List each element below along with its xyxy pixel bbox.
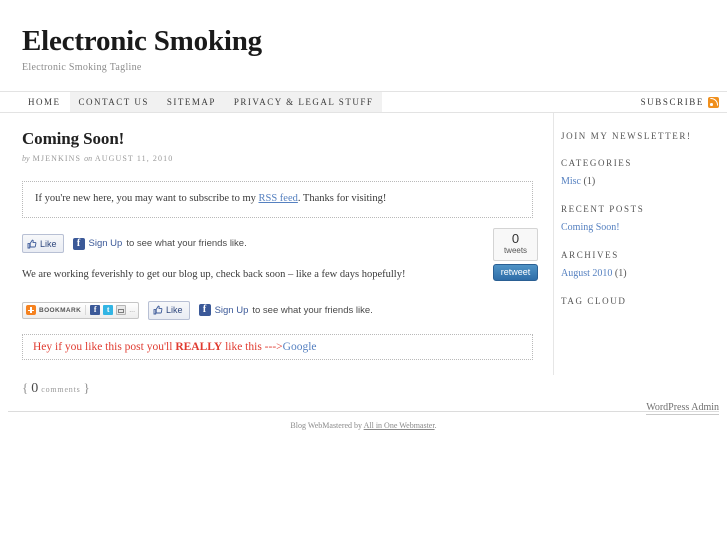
widget-title-recent-posts: Recent Posts [561, 204, 645, 215]
byline-on: on [84, 154, 93, 164]
addthis-bookmark-button[interactable]: BOOKMARK f t ... [22, 301, 140, 319]
tweet-share-widget: 0 tweets retweet [493, 228, 538, 281]
nav-item-contact-us[interactable]: Contact Us [69, 92, 158, 113]
share-twitter-icon[interactable]: t [103, 305, 114, 316]
subscribe-label: Subscribe [640, 97, 704, 108]
site-header: Electronic Smoking Electronic Smoking Ta… [0, 0, 727, 74]
plus-icon [26, 305, 36, 316]
widget-categories: Categories Misc (1) [561, 158, 717, 187]
recent-posts-list: Coming Soon! [561, 222, 717, 233]
category-link-misc[interactable]: Misc [561, 176, 581, 187]
wordpress-admin-link[interactable]: WordPress Admin [646, 402, 719, 415]
byline-date: AUGUST 11, 2010 [94, 154, 174, 164]
notice-prefix-text: If you're new here, you may want to subs… [35, 193, 259, 205]
tweet-count-box: 0 tweets [493, 228, 538, 261]
widget-title-newsletter: Join my newsletter! [561, 131, 692, 142]
facebook-signup-link-bottom[interactable]: Sign Up [215, 305, 249, 316]
list-item: August 2010 (1) [561, 268, 717, 279]
facebook-icon-bottom: f [198, 304, 211, 317]
facebook-signup-prompt-bottom: f Sign Up to see what your friends like. [198, 304, 373, 317]
post-byline: by MJENKINS on AUGUST 11, 2010 [22, 154, 533, 163]
wordpress-admin-row: WordPress Admin [0, 385, 727, 415]
rss-subscribe-notice: If you're new here, you may want to subs… [22, 181, 533, 219]
rss-feed-icon[interactable] [708, 96, 719, 108]
page-body: Coming Soon! by MJENKINS on AUGUST 11, 2… [0, 113, 727, 396]
rss-feed-link[interactable]: RSS feed [259, 193, 298, 204]
social-share-row-bottom: BOOKMARK f t ... Like f Sign Up to see w… [22, 300, 533, 320]
share-facebook-icon[interactable]: f [90, 305, 101, 316]
archive-link-august-2010[interactable]: August 2010 [561, 268, 612, 279]
widget-archives: Archives August 2010 (1) [561, 250, 717, 279]
promo-link-box: Hey if you like this post you'll REALLY … [22, 333, 533, 360]
bookmark-label: BOOKMARK [39, 306, 82, 314]
nav-list: Home Contact Us Sitemap Privacy & Legal … [19, 92, 383, 113]
footer-credit-prefix: Blog WebMastered by [290, 421, 364, 430]
footer-credit-suffix: . [434, 421, 437, 430]
facebook-signup-prompt-top: f Sign Up to see what your friends like. [72, 237, 247, 250]
like-label-top: Like [40, 238, 57, 249]
social-share-row-top: Like f Sign Up to see what your friends … [22, 234, 533, 254]
widget-title-categories: Categories [561, 158, 633, 169]
widget-title-archives: Archives [561, 250, 619, 261]
footer-credit: Blog WebMastered by All in One Webmaster… [0, 421, 727, 430]
addthis-separator [85, 305, 87, 316]
archives-list: August 2010 (1) [561, 268, 717, 279]
post-content-paragraph: We are working feverishly to get our blo… [22, 269, 406, 281]
post-title[interactable]: Coming Soon! [22, 129, 533, 149]
facebook-signup-text-bottom: to see what your friends like. [252, 304, 373, 316]
facebook-like-button-top[interactable]: Like [22, 234, 64, 254]
footer-credit-link[interactable]: All in One Webmaster [364, 421, 435, 430]
blog-page: Electronic Smoking Electronic Smoking Ta… [0, 0, 727, 545]
nav-item-home[interactable]: Home [19, 92, 70, 112]
main-navigation: Home Contact Us Sitemap Privacy & Legal … [0, 91, 727, 114]
thumbs-up-icon-bottom [153, 305, 163, 315]
footer-divider [8, 411, 719, 412]
notice-suffix-text: . Thanks for visiting! [297, 193, 387, 205]
widget-recent-posts: Recent Posts Coming Soon! [561, 204, 717, 233]
site-tagline: Electronic Smoking Tagline [22, 62, 142, 74]
recent-post-link-coming-soon[interactable]: Coming Soon! [561, 222, 620, 233]
site-footer: WordPress Admin Blog WebMastered by All … [0, 385, 727, 430]
thumbs-up-icon [27, 239, 37, 249]
share-email-icon[interactable] [116, 305, 127, 316]
tweet-count: 0 [511, 231, 520, 246]
sidebar: Join my newsletter! Categories Misc (1) … [553, 113, 727, 396]
widget-tag-cloud: Tag Cloud [561, 296, 717, 306]
byline-author: MJENKINS [32, 154, 82, 164]
list-item: Misc (1) [561, 176, 717, 187]
facebook-signup-link-top[interactable]: Sign Up [89, 238, 123, 249]
widget-newsletter: Join my newsletter! [561, 131, 717, 141]
facebook-like-button-bottom[interactable]: Like [148, 300, 190, 320]
facebook-icon: f [72, 237, 85, 250]
site-title[interactable]: Electronic Smoking [22, 26, 727, 57]
tweet-count-label: tweets [503, 246, 528, 256]
promo-prefix-text: Hey if you like this post you'll [33, 340, 176, 353]
subscribe-link[interactable]: Subscribe [641, 92, 719, 112]
main-content: Coming Soon! by MJENKINS on AUGUST 11, 2… [0, 113, 553, 396]
archive-count-august-2010: (1) [612, 268, 627, 280]
nav-item-sitemap[interactable]: Sitemap [157, 92, 225, 113]
promo-strong-text: REALLY [175, 340, 223, 353]
facebook-signup-text-top: to see what your friends like. [126, 238, 247, 250]
like-label-bottom: Like [166, 305, 183, 316]
category-count-misc: (1) [581, 176, 596, 188]
content-sidebar-divider [553, 113, 554, 376]
list-item: Coming Soon! [561, 222, 717, 233]
byline-by: by [22, 154, 30, 164]
categories-list: Misc (1) [561, 176, 717, 187]
retweet-button[interactable]: retweet [493, 263, 538, 281]
nav-item-privacy-legal-stuff[interactable]: Privacy & Legal Stuff [224, 92, 383, 113]
promo-google-link[interactable]: Google [283, 341, 317, 353]
widget-title-tag-cloud: Tag Cloud [561, 296, 627, 307]
promo-middle-text: like this ---> [222, 340, 283, 353]
share-more-icon[interactable]: ... [129, 307, 135, 314]
